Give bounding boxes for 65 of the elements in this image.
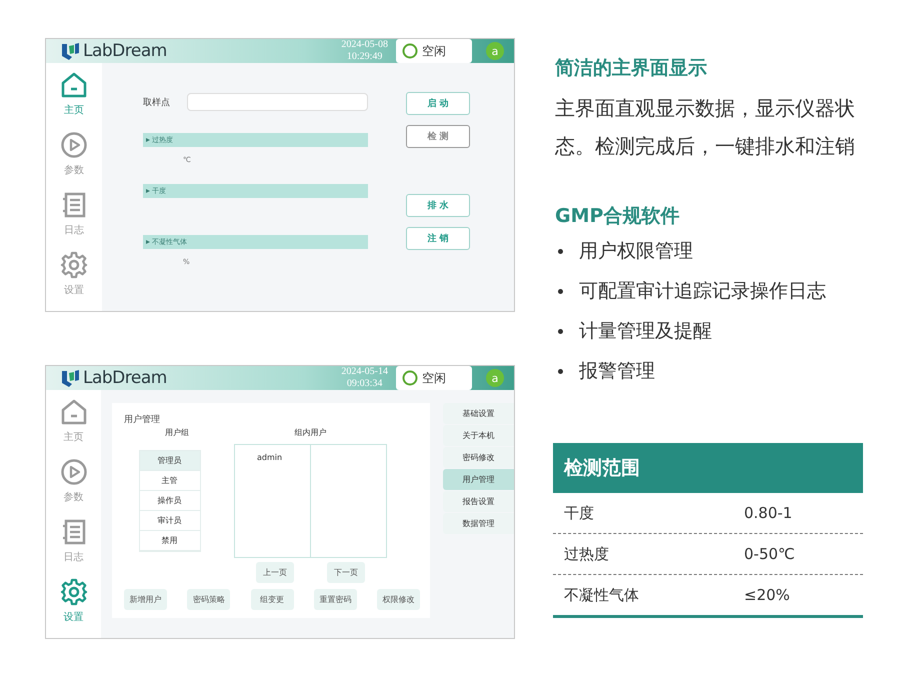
status-text: 空闲 xyxy=(422,42,446,60)
logo-text: LabDream xyxy=(83,368,167,388)
sample-point-field[interactable] xyxy=(186,93,368,111)
group-item[interactable]: 审计员 xyxy=(140,511,200,531)
time-text: 09:03:34 xyxy=(346,378,382,390)
status-text: 空闲 xyxy=(422,370,446,386)
column-heading: 用户组 xyxy=(165,427,189,438)
bullet-icon xyxy=(558,368,563,374)
play-circle-icon xyxy=(60,131,88,159)
action-button[interactable]: 组变更 xyxy=(250,589,294,610)
bullet-icon xyxy=(558,288,563,294)
page-button[interactable]: 下一页 xyxy=(327,562,365,583)
date-text: 2024-05-08 xyxy=(341,39,388,51)
gear-icon xyxy=(60,578,88,606)
bullet-icon xyxy=(558,248,563,254)
ring-icon xyxy=(402,370,418,386)
description-text: 主界面直观显示数据，显示仪器状态。检测完成后，一键排水和注销 xyxy=(555,95,856,160)
menu-item[interactable]: 基础设置 xyxy=(443,403,514,424)
list-item: 计量管理及提醒 xyxy=(579,319,712,344)
house-icon xyxy=(60,71,88,99)
group-item[interactable]: 管理员 xyxy=(140,451,200,471)
time-text: 10:29:49 xyxy=(346,51,382,63)
bullet-icon xyxy=(558,328,563,334)
action-button[interactable]: 新增用户 xyxy=(124,589,167,610)
triangle-icon xyxy=(146,138,150,142)
member-item[interactable]: admin xyxy=(257,453,282,462)
triangle-icon xyxy=(146,240,150,244)
menu-item[interactable]: 报告设置 xyxy=(443,491,514,512)
menu-item[interactable]: 关于本机 xyxy=(443,425,514,446)
logo-text: LabDream xyxy=(83,41,167,61)
triangle-icon xyxy=(146,189,150,193)
panel-title: 用户管理 xyxy=(124,414,160,426)
group-item[interactable]: 操作员 xyxy=(140,491,200,511)
action-button[interactable]: 密码策略 xyxy=(187,589,230,610)
logo-icon xyxy=(60,41,80,61)
action-button[interactable]: 权限修改 xyxy=(377,589,420,610)
menu-item[interactable]: 数据管理 xyxy=(443,513,514,534)
list-item: 用户权限管理 xyxy=(579,239,693,264)
table-cell-text: 过热度 xyxy=(563,544,610,564)
group-item[interactable]: 主管 xyxy=(140,471,200,491)
date-text: 2024-05-14 xyxy=(341,366,388,378)
table-cell: 0.80-1 xyxy=(744,504,792,522)
group-item[interactable]: 禁用 xyxy=(140,531,200,551)
ring-icon xyxy=(402,43,418,59)
action-button[interactable]: 重置密码 xyxy=(314,589,357,610)
menu-item[interactable]: 用户管理 xyxy=(443,469,514,490)
house-icon xyxy=(60,398,88,426)
table-header: 检测范围 xyxy=(553,443,863,493)
table-cell-text: 干度 xyxy=(563,504,595,522)
page-button[interactable]: 上一页 xyxy=(256,562,294,583)
table-cell: 0-50℃ xyxy=(744,545,795,563)
table-cell-text: 不凝性气体 xyxy=(563,586,640,604)
section-title: GMP合规软件 xyxy=(555,204,680,229)
list-item: 报警管理 xyxy=(579,359,655,384)
column-heading: 组内用户 xyxy=(294,427,326,438)
logo-icon xyxy=(60,368,80,388)
section-title: 简洁的主界面显示 xyxy=(555,56,708,81)
gear-icon xyxy=(60,251,88,279)
nav-item[interactable]: 设置 xyxy=(46,578,101,638)
list-icon xyxy=(60,191,88,219)
menu-item[interactable]: 密码修改 xyxy=(443,447,514,468)
play-circle-icon xyxy=(60,458,88,486)
sample-point-label: 取样点 xyxy=(143,96,171,108)
list-item: 可配置审计追踪记录操作日志 xyxy=(579,279,826,304)
table-cell: ≤20% xyxy=(744,586,790,604)
